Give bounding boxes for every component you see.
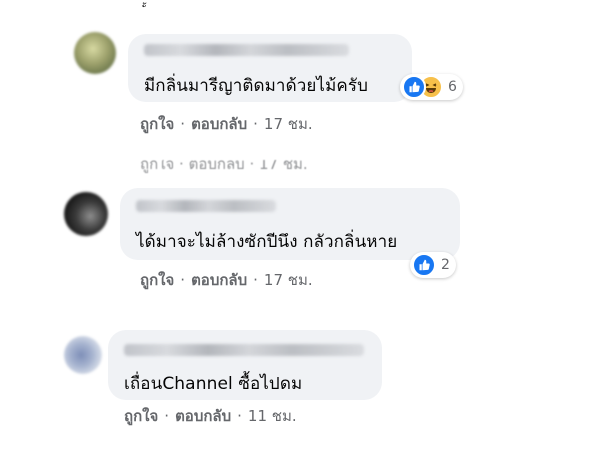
like-button[interactable]: ถูกใจ xyxy=(124,404,158,428)
like-button[interactable]: ถูกใจ xyxy=(140,268,174,292)
reply-button[interactable]: ตอบกลับ xyxy=(191,112,247,136)
separator: · xyxy=(253,271,258,289)
timestamp[interactable]: 17 ชม. xyxy=(264,268,313,292)
timestamp[interactable]: 17 ชม. xyxy=(264,112,313,136)
separator: · xyxy=(253,115,258,133)
separator: · xyxy=(180,115,186,133)
avatar[interactable] xyxy=(74,32,116,74)
comment-actions: ถูกใจ · ตอบกลับ · 17 ชม. xyxy=(140,112,313,136)
truncated-text-fragment: ั้ xyxy=(146,6,156,16)
separator: · xyxy=(180,271,186,289)
author-name-blurred[interactable] xyxy=(136,200,276,212)
comment-text: มีกลิ่นมารีญาติดมาด้วยไม้ครับ xyxy=(144,76,368,96)
like-icon xyxy=(412,253,436,277)
comment-text: เถื่อนChannel ซื้อไปดม xyxy=(124,374,303,394)
reply-button[interactable]: ตอบกลับ xyxy=(175,404,231,428)
comment-bubble: ได้มาจะไม่ล้างซักปีนึง กลัวกลิ่นหาย xyxy=(120,188,460,260)
comment-bubble: เถื่อนChannel ซื้อไปดม xyxy=(108,330,382,400)
faded-action-row: ถูกใจ · ตอบกลับ · 17 ชม. xyxy=(140,160,308,173)
reaction-summary[interactable]: 2 xyxy=(410,252,456,278)
author-name-blurred[interactable] xyxy=(124,344,364,356)
avatar[interactable] xyxy=(64,192,108,236)
reaction-count: 6 xyxy=(448,79,457,95)
separator: · xyxy=(164,407,170,425)
like-icon xyxy=(402,75,426,99)
like-button[interactable]: ถูกใจ xyxy=(140,112,174,136)
comment-bubble: มีกลิ่นมารีญาติดมาด้วยไม้ครับ xyxy=(128,34,412,102)
timestamp[interactable]: 11 ชม. xyxy=(248,404,297,428)
author-name-blurred[interactable] xyxy=(144,44,349,56)
avatar[interactable] xyxy=(64,336,102,374)
comment-actions: ถูกใจ · ตอบกลับ · 17 ชม. xyxy=(140,268,313,292)
comment-actions: ถูกใจ · ตอบกลับ · 11 ชม. xyxy=(124,404,297,428)
reaction-summary[interactable]: 6 xyxy=(400,74,463,100)
comment-text: ได้มาจะไม่ล้างซักปีนึง กลัวกลิ่นหาย xyxy=(136,232,398,252)
separator: · xyxy=(237,407,242,425)
reply-button[interactable]: ตอบกลับ xyxy=(191,268,247,292)
reaction-count: 2 xyxy=(441,257,450,273)
